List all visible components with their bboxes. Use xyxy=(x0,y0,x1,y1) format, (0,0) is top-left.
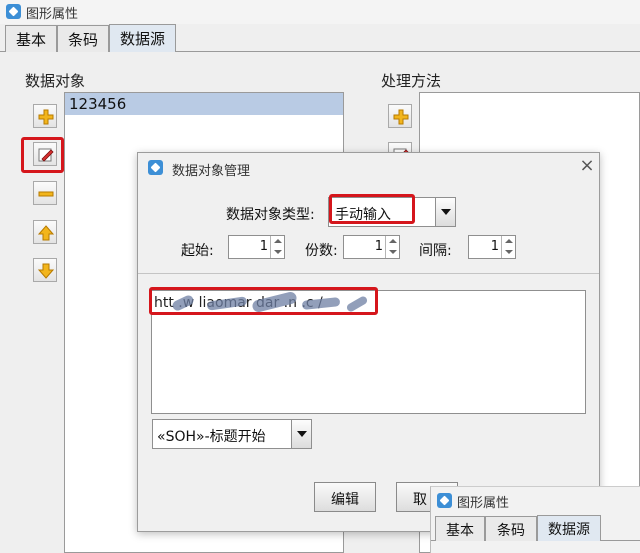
interval-value: 1 xyxy=(490,239,499,254)
move-up-button[interactable] xyxy=(33,220,57,244)
start-label: 起始: xyxy=(181,243,214,259)
add-icon xyxy=(393,109,409,125)
remove-icon xyxy=(38,191,54,197)
interval-spinner[interactable]: 1 xyxy=(468,235,516,259)
control-char-value: «SOH»-标题开始 xyxy=(157,429,266,445)
content-highlight xyxy=(149,287,378,315)
dialog-app-icon xyxy=(148,160,163,175)
list-item[interactable]: 123456 xyxy=(65,93,343,115)
control-char-select[interactable]: «SOH»-标题开始 xyxy=(152,419,312,449)
start-value: 1 xyxy=(259,239,268,254)
dialog-title: 数据对象管理 xyxy=(172,164,251,179)
start-spinner[interactable]: 1 xyxy=(228,235,285,259)
move-up-icon xyxy=(37,225,55,241)
start-spinner-arrows[interactable] xyxy=(270,236,284,258)
close-icon[interactable]: × xyxy=(576,155,598,177)
copies-label: 份数: xyxy=(305,243,338,259)
second-window: 图形属性 基本 条码 数据源 xyxy=(430,486,640,553)
second-tab-basic[interactable]: 基本 xyxy=(435,516,485,541)
edit-button-highlight xyxy=(21,137,64,173)
app-icon xyxy=(6,4,21,19)
data-object-dialog: 数据对象管理 × 数据对象类型: 手动输入 起始: 1 份数: 1 间隔: 1 … xyxy=(137,152,600,532)
second-window-app-icon xyxy=(437,493,452,508)
interval-spinner-arrows[interactable] xyxy=(501,236,515,258)
tab-basic[interactable]: 基本 xyxy=(5,25,57,52)
remove-button[interactable] xyxy=(33,181,57,205)
tab-barcode[interactable]: 条码 xyxy=(57,25,109,52)
copies-spinner[interactable]: 1 xyxy=(343,235,400,259)
copies-value: 1 xyxy=(374,239,383,254)
add-icon xyxy=(38,109,54,125)
add-button[interactable] xyxy=(33,104,57,128)
window-titlebar: 图形属性 xyxy=(0,0,640,24)
dropdown-arrow-icon[interactable] xyxy=(291,420,311,448)
data-object-label: 数据对象 xyxy=(25,72,86,90)
dropdown-arrow-icon[interactable] xyxy=(435,198,455,226)
processing-method-label: 处理方法 xyxy=(381,72,442,90)
second-tab-data-source[interactable]: 数据源 xyxy=(537,515,601,541)
processing-add-button[interactable] xyxy=(388,104,412,128)
interval-label: 间隔: xyxy=(419,243,452,259)
edit-button[interactable]: 编辑 xyxy=(314,482,376,512)
second-window-title: 图形属性 xyxy=(457,496,510,511)
data-object-type-label: 数据对象类型: xyxy=(226,207,315,223)
type-select-highlight xyxy=(329,194,415,224)
move-down-button[interactable] xyxy=(33,258,57,282)
dialog-divider xyxy=(138,273,599,274)
tab-data-source[interactable]: 数据源 xyxy=(109,24,176,52)
second-tab-barcode[interactable]: 条码 xyxy=(485,516,537,541)
move-down-icon xyxy=(37,263,55,279)
window-title: 图形属性 xyxy=(26,7,79,22)
copies-spinner-arrows[interactable] xyxy=(385,236,399,258)
